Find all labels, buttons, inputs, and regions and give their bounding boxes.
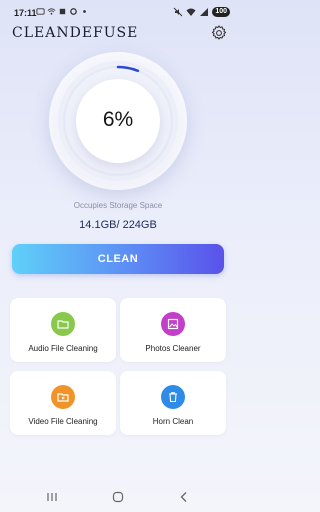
- card-audio-file-cleaning[interactable]: Audio File Cleaning: [10, 298, 116, 362]
- storage-label: Occupies Storage Space: [73, 201, 163, 210]
- status-time: 17:11: [14, 8, 37, 18]
- card-icon-bg: [161, 312, 185, 336]
- battery-indicator: 100: [212, 7, 230, 17]
- card-label: Horn Clean: [152, 417, 194, 426]
- card-photos-cleaner[interactable]: Photos Cleaner: [120, 298, 226, 362]
- folder-icon: [57, 320, 69, 329]
- message-icon: [36, 8, 45, 15]
- card-label: Video File Cleaning: [28, 417, 98, 426]
- clean-button[interactable]: CLEAN: [12, 244, 224, 274]
- gear-icon: [211, 25, 227, 40]
- image-icon: [167, 318, 179, 330]
- storage-values: 14.1GB/ 224GB: [79, 219, 157, 231]
- settings-small-icon: [70, 8, 77, 15]
- trash-icon: [169, 392, 177, 403]
- recents-icon[interactable]: [45, 490, 59, 504]
- status-system-icons: 100: [173, 7, 230, 17]
- gauge-progress-arc: [116, 65, 140, 73]
- wifi-small-icon: [47, 8, 56, 15]
- card-video-file-cleaning[interactable]: Video File Cleaning: [10, 371, 116, 435]
- location-icon: [59, 8, 66, 15]
- wifi-icon: [186, 8, 196, 16]
- home-icon[interactable]: [111, 490, 125, 504]
- card-horn-clean[interactable]: Horn Clean: [120, 371, 226, 435]
- status-notification-icons: [36, 7, 89, 16]
- gauge-percent: 6%: [102, 108, 134, 131]
- app-title: CLEANDEFUSE: [12, 25, 139, 41]
- mute-icon: [173, 7, 183, 17]
- back-icon[interactable]: [177, 490, 191, 504]
- storage-gauge: 6%: [49, 52, 187, 190]
- card-label: Audio File Cleaning: [28, 344, 98, 353]
- status-bar: 17:11 100: [0, 0, 236, 24]
- card-icon-bg: [161, 385, 185, 409]
- dot-icon: [83, 10, 86, 13]
- folder-icon: [57, 393, 69, 402]
- system-nav-bar: [0, 482, 236, 512]
- settings-button[interactable]: [210, 24, 228, 42]
- card-icon-bg: [51, 312, 75, 336]
- card-label: Photos Cleaner: [145, 344, 201, 353]
- card-icon-bg: [51, 385, 75, 409]
- signal-icon: [200, 8, 209, 16]
